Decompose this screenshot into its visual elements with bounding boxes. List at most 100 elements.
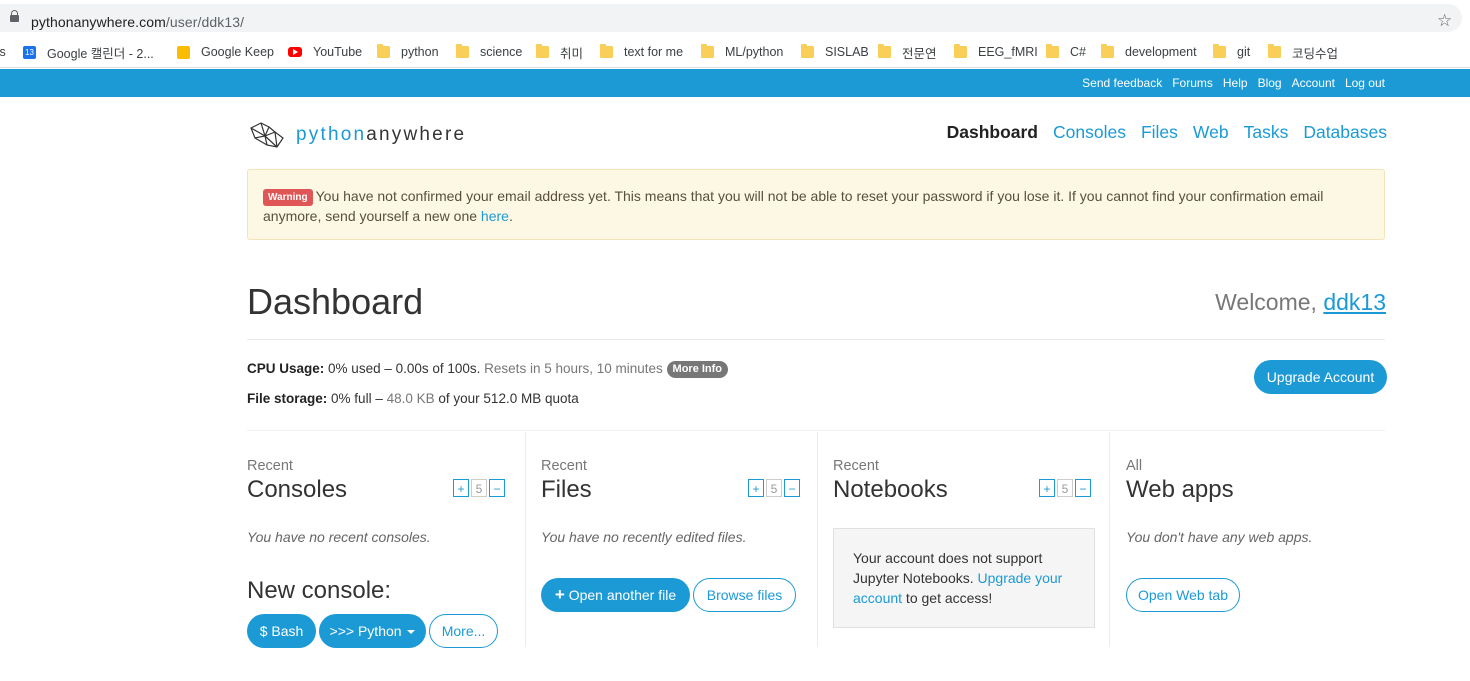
storage-quota: of your 512.0 MB quota [438,391,579,406]
panel-pretitle: Recent [541,458,587,474]
bookmark-folder-coding-class[interactable]: 코딩수업 [1268,43,1338,61]
bookmark-label: development [1125,45,1197,59]
bookmark-folder-science[interactable]: science [456,43,522,61]
bookmark-folder-development[interactable]: development [1101,43,1197,61]
decrease-button[interactable]: − [1075,479,1091,497]
folder-icon [878,44,891,58]
youtube-icon [288,47,302,57]
files-count-stepper: +5− [748,479,800,497]
folder-icon [801,44,814,58]
decrease-button[interactable]: − [784,479,800,497]
count-value: 5 [471,479,487,497]
lock-icon[interactable] [10,10,19,22]
bookmark-folder-git[interactable]: git [1213,43,1250,61]
top-utility-bar: Send feedback Forums Help Blog Account L… [0,69,1470,97]
python-button-label: >>> Python [329,623,402,639]
more-info-button[interactable]: More Info [666,361,729,378]
open-web-tab-button[interactable]: Open Web tab [1126,578,1240,612]
bookmark-google-keep[interactable]: Google Keep [177,43,274,61]
folder-icon [1213,44,1226,58]
nav-web[interactable]: Web [1193,122,1229,143]
bookmark-label: 전문연 [902,46,937,61]
empty-message: You don't have any web apps. [1126,529,1313,545]
browser-address-bar: pythonanywhere.com/user/ddk13/ ☆ [0,0,1470,37]
utility-links: Send feedback Forums Help Blog Account L… [1082,69,1385,97]
consoles-count-stepper: +5− [453,479,505,497]
python-snake-logo-icon [250,122,284,148]
folder-icon [1268,44,1281,58]
bash-console-button[interactable]: $ Bash [247,614,316,648]
recent-files-panel: Recent Files +5− You have no recently ed… [525,432,818,647]
url-text[interactable]: pythonanywhere.com/user/ddk13/ [31,14,244,30]
site-logo[interactable]: python anywhere [247,120,466,150]
recent-consoles-panel: Recent Consoles +5− You have no recent c… [247,432,525,648]
increase-button[interactable]: + [453,479,469,497]
increase-button[interactable]: + [1039,479,1055,497]
new-console-heading: New console: [247,577,392,604]
bookmark-folder-research[interactable]: 전문연 [878,43,937,61]
panel-pretitle: All [1126,458,1143,474]
upgrade-account-button[interactable]: Upgrade Account [1254,360,1387,394]
bookmark-folder-hobby[interactable]: 취미 [536,43,583,61]
send-feedback-link[interactable]: Send feedback [1082,76,1162,90]
bookmark-folder-eeg-fmri[interactable]: EEG_fMRI [954,43,1038,61]
more-consoles-button[interactable]: More... [429,614,498,648]
bookmark-google-calendar[interactable]: 13 Google 캘린더 - 2... [23,43,154,61]
omnibox[interactable]: pythonanywhere.com/user/ddk13/ ☆ [0,4,1462,32]
bookmark-label: git [1237,45,1251,59]
warning-text: You have not confirmed your email addres… [263,188,1324,224]
help-link[interactable]: Help [1223,76,1248,90]
url-path: /user/ddk13/ [165,14,245,30]
bookmark-folder-csharp[interactable]: C# [1046,43,1086,61]
bookmark-label: YouTube [313,45,363,59]
bookmark-label: Google 캘린더 - 2... [47,46,154,61]
url-host: pythonanywhere.com [31,14,166,30]
panel-title: Consoles [247,476,348,503]
bookmark-youtube[interactable]: YouTube [288,43,362,61]
nav-consoles[interactable]: Consoles [1053,122,1126,143]
nav-dashboard[interactable]: Dashboard [947,122,1038,143]
logout-link[interactable]: Log out [1345,76,1385,90]
storage-used: 48.0 KB [386,391,435,406]
browse-files-button[interactable]: Browse files [693,578,796,612]
empty-message: You have no recently edited files. [541,529,747,545]
open-another-file-button[interactable]: + Open another file [541,578,690,612]
folder-icon [701,44,714,58]
python-console-button[interactable]: >>> Python [319,614,426,648]
resend-confirmation-link[interactable]: here [481,208,509,224]
nav-tasks[interactable]: Tasks [1244,122,1289,143]
decrease-button[interactable]: − [489,479,505,497]
divider [247,430,1385,431]
storage-percent: 0% full – [331,391,383,406]
logo-text-python: python [296,124,367,145]
blog-link[interactable]: Blog [1258,76,1282,90]
bookmark-folder-sislab[interactable]: SISLAB [801,43,869,61]
chevron-down-icon [407,630,416,634]
email-warning-alert: Warning You have not confirmed your email… [247,169,1385,240]
bookmark-label: science [480,45,523,59]
keep-icon [177,45,190,59]
bookmark-folder-python[interactable]: python [377,43,439,61]
account-link[interactable]: Account [1292,76,1335,90]
folder-icon [1046,44,1059,58]
bookmark-label: SISLAB [825,45,869,59]
nav-databases[interactable]: Databases [1303,122,1387,143]
cpu-reset-time: Resets in 5 hours, 10 minutes [484,361,663,376]
bookmark-folder-text-for-me[interactable]: text for me [600,43,683,61]
panel-pretitle: Recent [247,458,293,474]
folder-icon [377,44,390,58]
bookmark-star-icon[interactable]: ☆ [1437,12,1452,29]
page-title: Dashboard [247,281,424,322]
forums-link[interactable]: Forums [1172,76,1213,90]
nav-files[interactable]: Files [1141,122,1178,143]
bookmark-item[interactable]: ts [0,43,6,61]
bookmark-folder-ml-python[interactable]: ML/python [701,43,783,61]
bookmark-label: python [401,45,439,59]
bookmark-label: text for me [624,45,684,59]
increase-button[interactable]: + [748,479,764,497]
bookmark-label: ML/python [725,45,784,59]
username-link[interactable]: ddk13 [1323,289,1386,315]
panel-title: Files [541,476,592,503]
folder-icon [600,44,613,58]
file-storage-label: File storage: [247,391,328,406]
